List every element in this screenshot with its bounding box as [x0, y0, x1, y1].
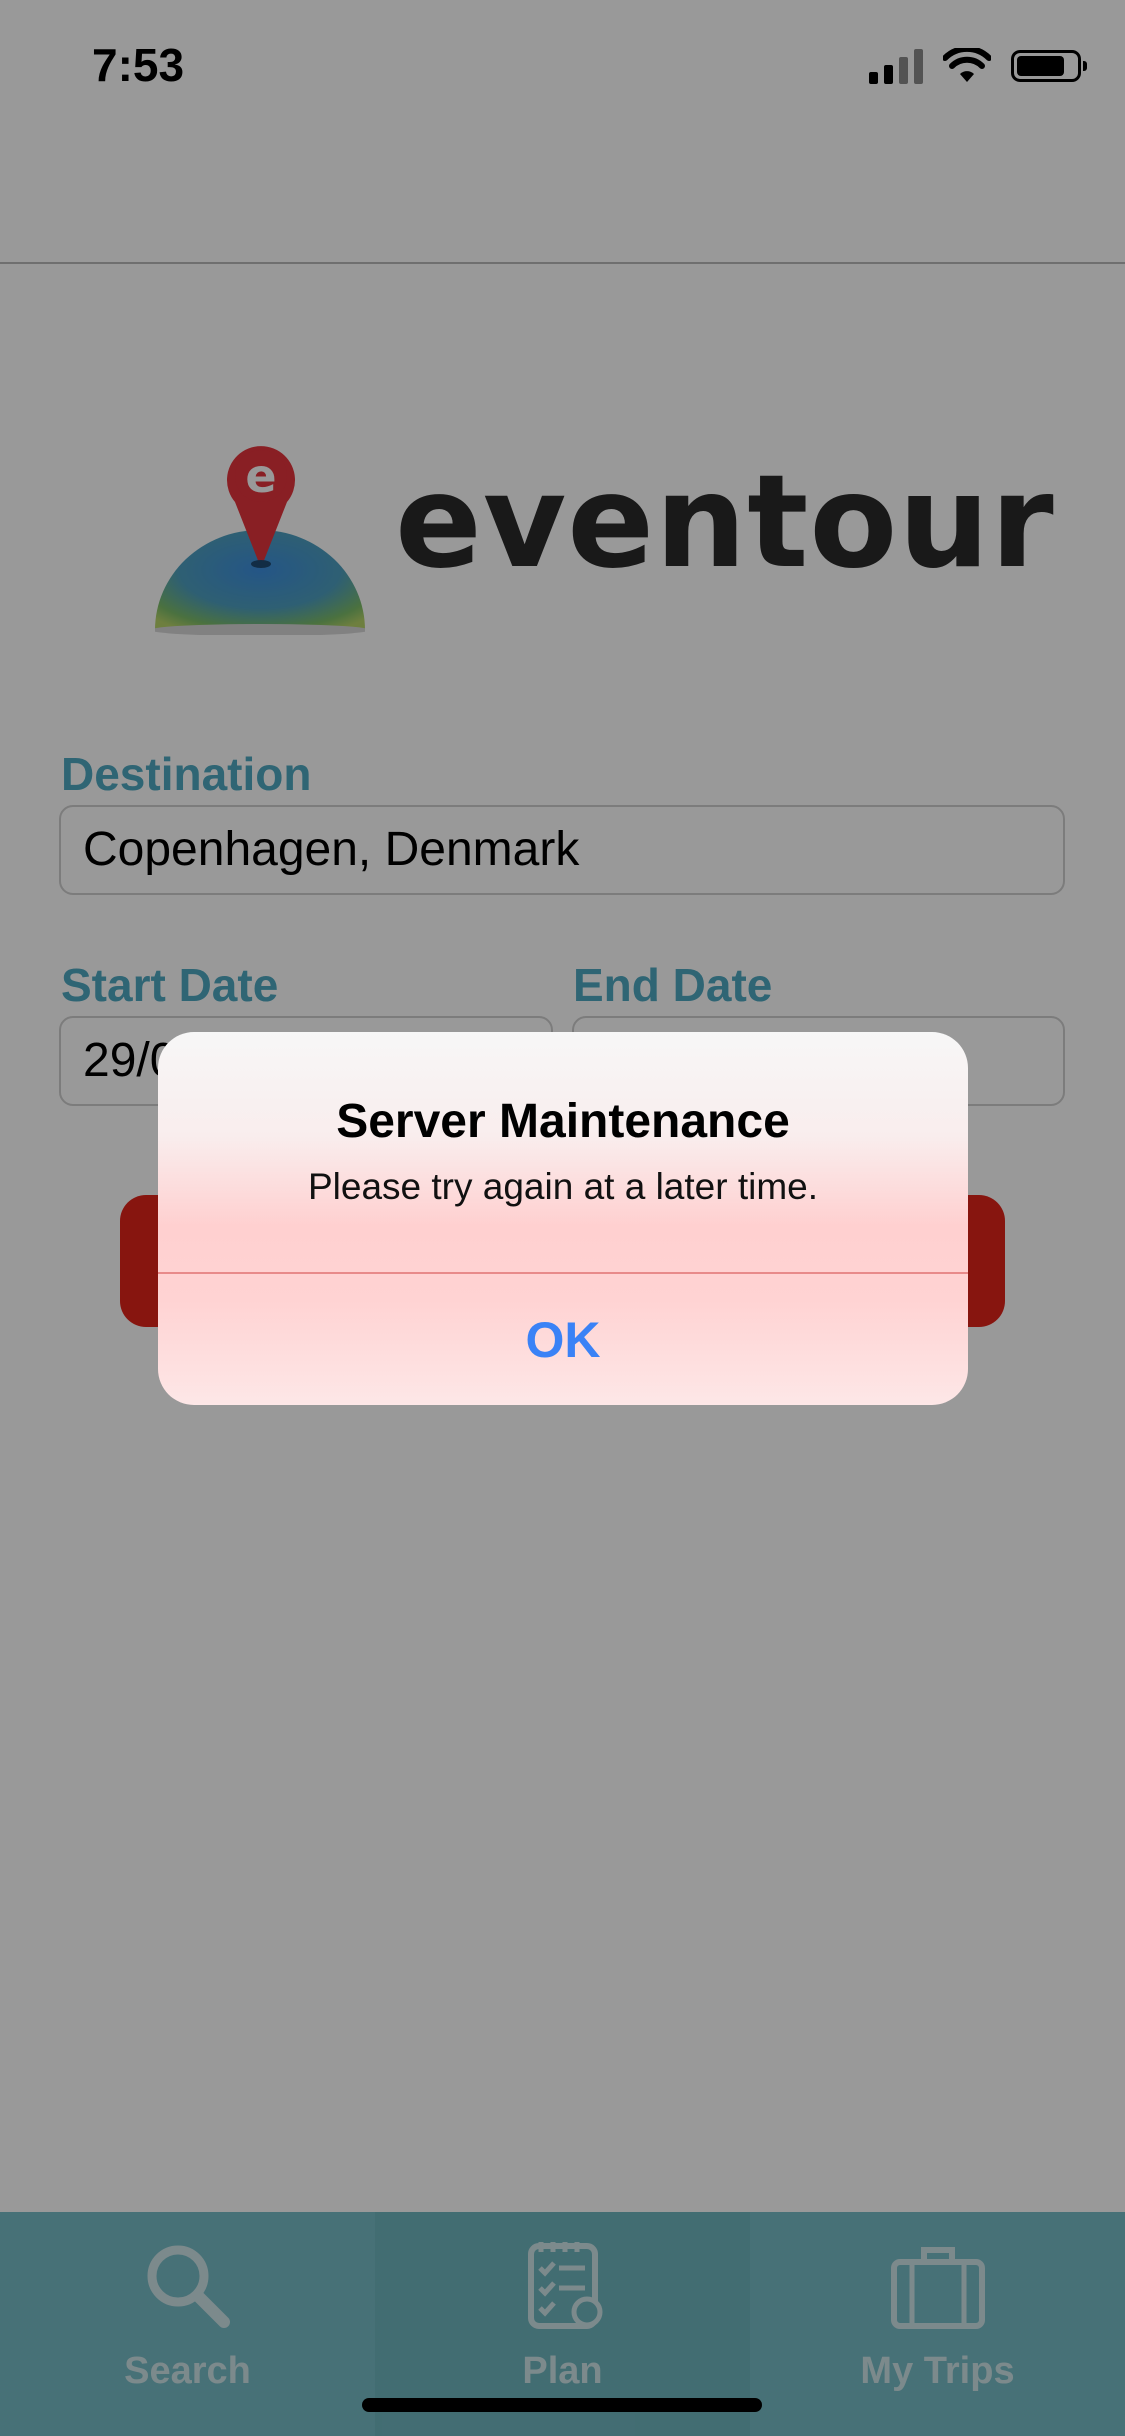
alert-dialog: Server Maintenance Please try again at a… — [158, 1032, 968, 1405]
alert-ok-button[interactable]: OK — [158, 1274, 968, 1405]
home-indicator[interactable] — [362, 2398, 762, 2412]
alert-title: Server Maintenance — [336, 1095, 790, 1148]
alert-message: Please try again at a later time. — [307, 1166, 819, 1207]
app-screen: 7:53 e eventour Destination Copenhagen, … — [0, 0, 1125, 2436]
